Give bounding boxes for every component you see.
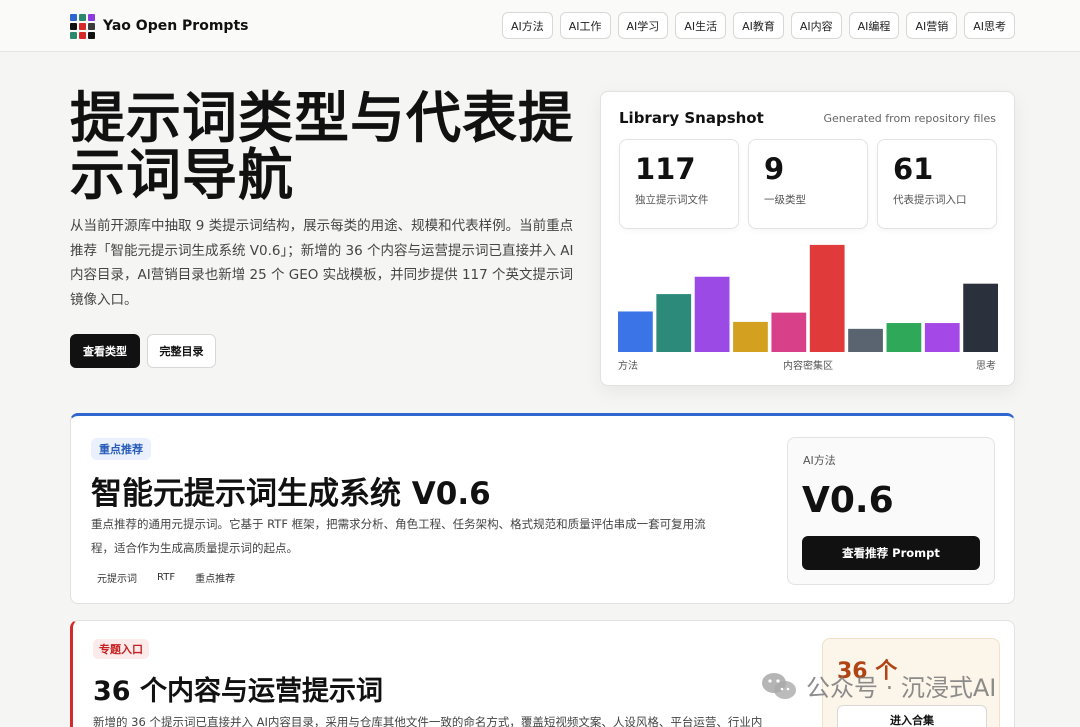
snapshot-subtitle: Generated from repository files [823,112,996,125]
brand-name: Yao Open Prompts [103,18,249,34]
nav-item-5[interactable]: AI内容 [790,12,842,39]
nav-item-3[interactable]: AI生活 [675,12,727,39]
bar-1 [656,294,692,352]
featured-side-panel: AI方法 V0.6 查看推荐 Prompt [787,437,995,585]
stat-value: 9 [764,152,785,186]
featured-prompt-card: 重点推荐 智能元提示词生成系统 V0.6 重点推荐的通用元提示词。它基于 RTF… [70,413,1015,604]
logo-square [79,22,86,30]
logo-square [70,22,77,30]
brand[interactable]: Yao Open Prompts [70,13,248,39]
page-title: 提示词类型与代表提示词导航 [70,86,575,207]
hero-description: 从当前开源库中抽取 9 类提示词结构，展示每类的用途、规模和代表样例。当前重点推… [70,218,574,308]
view-types-button[interactable]: 查看类型 [70,334,140,368]
top-navigation-bar: Yao Open Prompts AI方法 AI工作 AI学习 AI生活 AI教育 AI内… [0,0,1080,52]
stat-value: 61 [893,152,934,186]
tag: 元提示词 [97,573,137,585]
featured-badge: 重点推荐 [91,438,151,460]
tag: 重点推荐 [195,573,236,585]
snapshot-title: Library Snapshot [619,109,764,127]
nav-item-7[interactable]: AI营销 [906,12,958,39]
topic-title[interactable]: 36 个内容与运营提示词 [93,669,383,708]
nav-item-6[interactable]: AI编程 [848,12,900,39]
logo-square [79,13,86,21]
logo-square [70,31,77,39]
bar-7 [886,323,922,352]
wechat-icon [762,672,796,699]
logo-square [88,31,95,39]
stat-value: 117 [635,152,696,186]
watermark-text: 公众号 · 沉浸式AI [806,674,997,702]
bar-8 [924,323,960,352]
nav-item-8[interactable]: AI思考 [964,12,1015,39]
logo-square [88,13,95,21]
bar-2 [694,276,730,352]
logo-square [88,22,95,30]
stat-label: 代表提示词入口 [893,194,967,206]
full-catalog-button[interactable]: 完整目录 [147,334,216,368]
featured-category: AI方法 [803,454,836,467]
stat-entries: 61 代表提示词入口 [877,139,997,229]
featured-title[interactable]: 智能元提示词生成系统 V0.6 [91,468,491,513]
nav-item-1[interactable]: AI工作 [559,12,611,39]
stat-label: 一级类型 [764,194,806,206]
x-label-center: 内容密集区 [783,361,833,372]
category-nav: AI方法 AI工作 AI学习 AI生活 AI教育 AI内容 AI编程 AI营销 AI思考 [501,12,1015,39]
featured-description: 重点推荐的通用元提示词。它基于 RTF 框架，把需求分析、角色工程、任务架构、格… [91,517,706,555]
bar-4 [771,312,807,352]
nav-item-0[interactable]: AI方法 [501,12,553,39]
stat-categories: 9 一级类型 [748,139,868,229]
topic-badge: 专题入口 [93,639,149,659]
bar-3 [733,321,768,352]
x-label-left: 方法 [618,361,638,372]
logo-square [70,13,77,21]
nav-item-2[interactable]: AI学习 [617,12,669,39]
nav-item-4[interactable]: AI教育 [733,12,784,39]
bar-0 [618,311,653,352]
library-snapshot-card: Library Snapshot Generated from reposito… [600,91,1015,386]
bar-6 [848,328,883,352]
watermark: 公众号 · 沉浸式AI [760,668,996,703]
featured-version: V0.6 [802,480,894,521]
logo-square [79,31,86,39]
enter-collection-button[interactable]: 进入合集 [837,705,987,727]
stat-prompt-files: 117 独立提示词文件 [619,139,739,229]
logo-icon [70,13,95,39]
bar-5 [809,244,845,352]
view-recommended-prompt-button[interactable]: 查看推荐 Prompt [802,536,980,570]
category-bar-chart [618,244,998,352]
stat-label: 独立提示词文件 [635,194,709,206]
x-label-right: 思考 [976,361,996,372]
featured-tags: 元提示词 RTF 重点推荐 [91,567,241,587]
bar-9 [963,283,998,352]
tag: RTF [157,571,176,583]
topic-description: 新增的 36 个提示词已直接并入 AI内容目录，采用与仓库其他文件一致的命名方式… [93,715,763,727]
